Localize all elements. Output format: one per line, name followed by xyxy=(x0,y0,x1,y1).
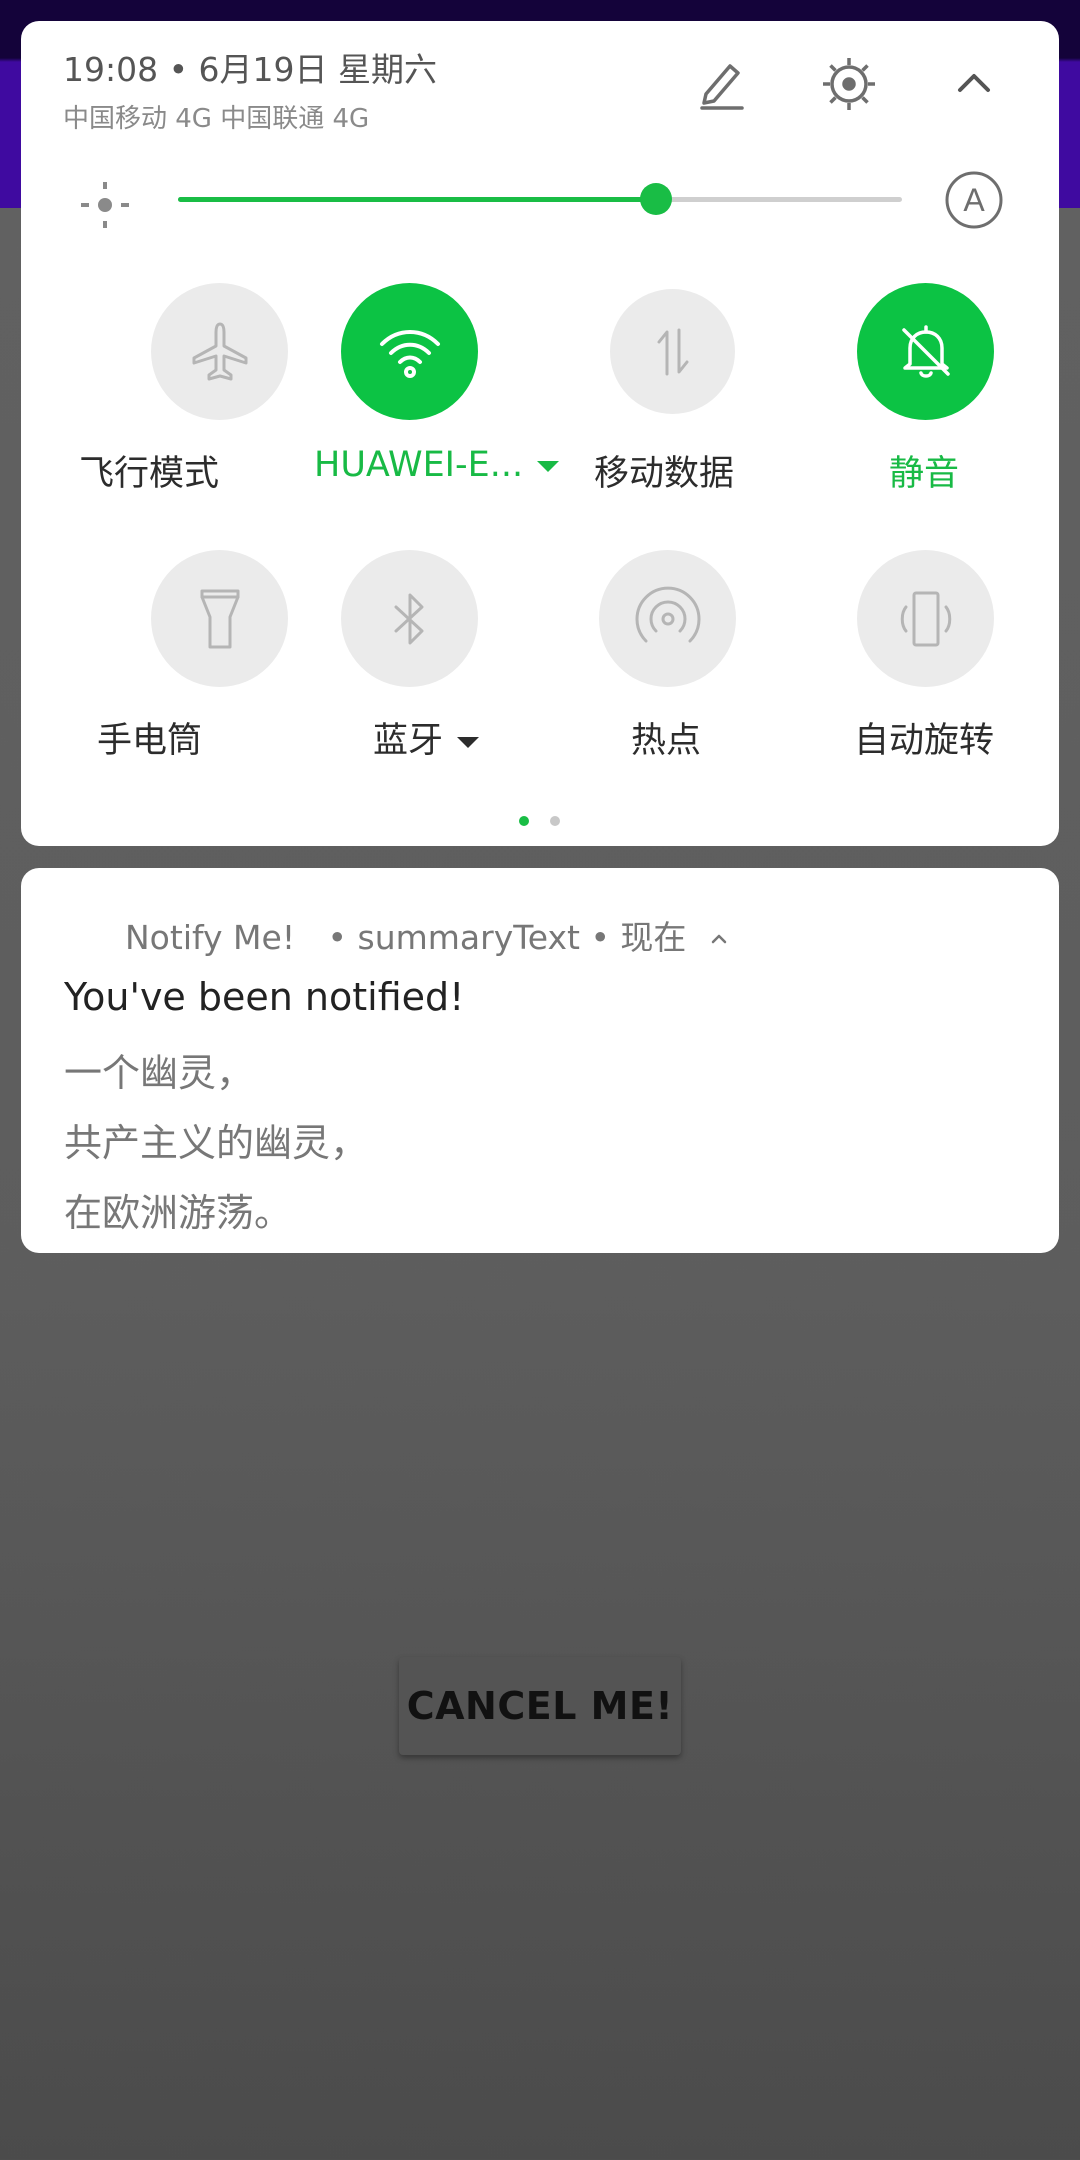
tile-label: 手电筒 xyxy=(97,721,203,761)
brightness-slider-fill xyxy=(178,197,656,202)
bell-off-icon xyxy=(857,283,994,420)
tile-label-bluetooth: 蓝牙 xyxy=(373,712,673,763)
notification-line: 一个幽灵， xyxy=(64,1051,255,1095)
airplane-icon xyxy=(151,283,288,420)
tile-label: 静音 xyxy=(889,454,960,494)
notification-title: You've been notified! xyxy=(64,975,465,1019)
notification-header: Notify Me! • summaryText • 现在 xyxy=(125,911,731,959)
mobile-data-icon xyxy=(610,289,735,414)
gear-icon[interactable] xyxy=(817,52,881,116)
tile-label: 移动数据 xyxy=(594,454,735,494)
svg-text:A: A xyxy=(963,182,985,218)
bluetooth-label: 蓝牙 xyxy=(373,721,444,761)
tile-label: 自动旋转 xyxy=(854,721,995,761)
notification-line: 共产主义的幽灵， xyxy=(64,1121,369,1165)
bluetooth-icon xyxy=(341,550,478,687)
wifi-dropdown-caret-icon[interactable] xyxy=(537,460,560,472)
notification-line: 在欧洲游荡。 xyxy=(64,1191,293,1235)
auto-rotate-icon xyxy=(857,550,994,687)
brightness-slider-thumb[interactable] xyxy=(639,183,672,215)
bluetooth-dropdown-caret-icon[interactable] xyxy=(457,736,480,748)
expand-chevron-icon[interactable] xyxy=(707,920,731,959)
cancel-me-button[interactable]: CANCEL ME! xyxy=(399,1657,681,1755)
edit-icon[interactable] xyxy=(690,52,754,116)
tile-label-wifi: HUAWEI-E... xyxy=(314,445,614,485)
flashlight-icon xyxy=(151,550,288,687)
hotspot-icon xyxy=(599,550,736,687)
brightness-low-icon xyxy=(78,178,132,232)
page-indicator-dot xyxy=(550,816,560,826)
collapse-chevron-icon[interactable] xyxy=(942,52,1006,116)
notification-app-name: Notify Me! xyxy=(125,918,296,957)
auto-brightness-icon[interactable]: A xyxy=(944,170,1004,230)
brightness-slider[interactable] xyxy=(178,183,902,215)
wifi-network-name: HUAWEI-E... xyxy=(314,445,524,485)
carrier-info: 中国移动 4G 中国联通 4G xyxy=(63,104,370,134)
status-time-date: 19:08 • 6月19日 星期六 xyxy=(63,50,438,89)
notification-summary: • summaryText • 现在 xyxy=(327,918,687,957)
page-indicator-dot-active xyxy=(519,816,529,826)
wifi-icon xyxy=(341,283,478,420)
